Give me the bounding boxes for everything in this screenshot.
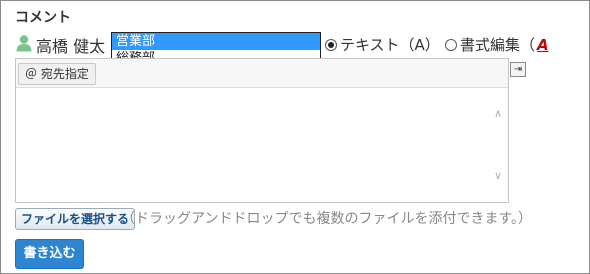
format-option-text[interactable]: テキスト（A）	[325, 34, 440, 55]
scroll-up-icon[interactable]: ∧	[494, 107, 502, 120]
submit-button[interactable]: 書き込む	[15, 239, 84, 269]
file-hint-text: （ドラッグアンドドロップでも複数のファイルを添付できます。）	[121, 211, 533, 227]
comment-editor[interactable]: ＠ 宛先指定 ∧ ∨	[15, 58, 509, 203]
mention-button[interactable]: ＠ 宛先指定	[18, 63, 96, 85]
rich-text-radio-label: 書式編集（	[460, 36, 536, 54]
editor-toolbar: ＠ 宛先指定	[16, 59, 508, 88]
user-icon	[16, 35, 32, 52]
format-edit-icon: A	[537, 35, 549, 54]
user-name: 高橋 健太	[36, 37, 106, 56]
text-radio-label: テキスト（A）	[340, 36, 440, 54]
expand-editor-icon[interactable]: ⇥	[510, 62, 526, 77]
choose-file-button[interactable]: ファイルを選択する	[15, 208, 136, 230]
rich-text-radio[interactable]	[445, 38, 457, 51]
department-option-sales[interactable]: 営業部	[112, 33, 320, 50]
format-option-rich[interactable]: 書式編集（ A	[445, 34, 549, 55]
section-title: コメント	[15, 10, 71, 26]
scroll-down-icon[interactable]: ∨	[494, 169, 502, 182]
comment-panel: コメント 高橋 健太 営業部 総務部 テキスト（A） 書式編集（ A ＠ 宛先指…	[0, 0, 590, 274]
text-radio[interactable]	[325, 38, 337, 51]
